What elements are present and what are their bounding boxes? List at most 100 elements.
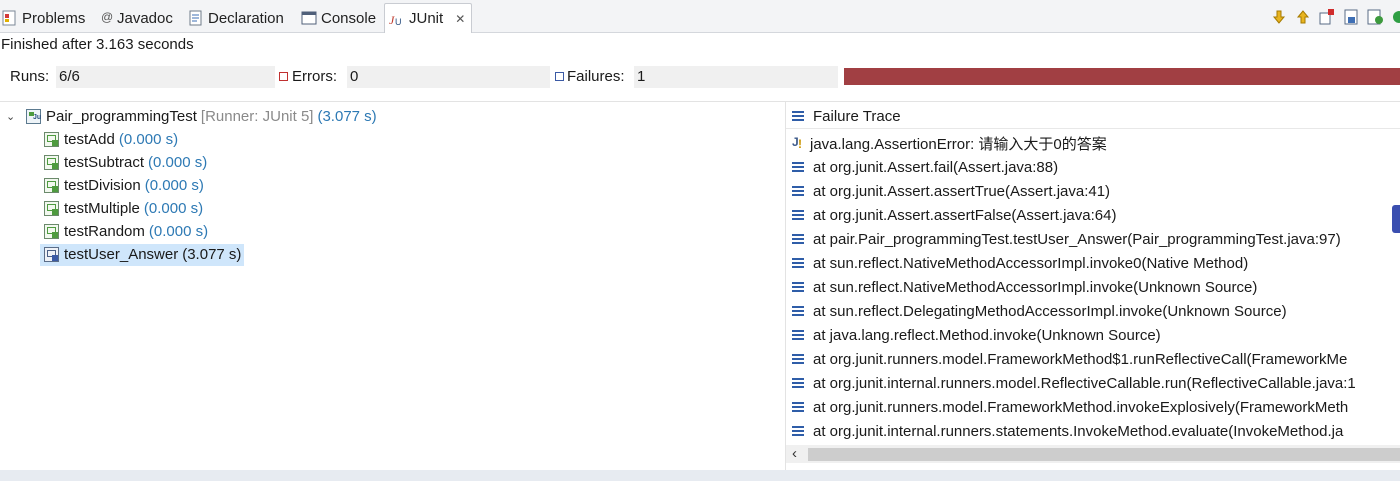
previous-failure-icon[interactable]: [1294, 8, 1312, 26]
run-icon[interactable]: [1390, 8, 1400, 26]
bottom-edge: [0, 470, 1400, 481]
trace-line-text: at sun.reflect.NativeMethodAccessorImpl.…: [813, 278, 1258, 296]
test-row[interactable]: testAdd (0.000 s): [44, 128, 178, 151]
stack-frame-icon: [792, 354, 804, 364]
stack-frame-icon: [792, 258, 804, 268]
horizontal-scrollbar[interactable]: ‹: [786, 445, 1400, 463]
stack-frame-icon: [792, 330, 804, 340]
scrollbar-thumb[interactable]: [808, 448, 1400, 461]
failures-value: 1: [634, 66, 838, 88]
test-time: (0.000 s): [148, 154, 208, 171]
trace-line[interactable]: at org.junit.Assert.fail(Assert.java:88): [792, 156, 1058, 178]
trace-line[interactable]: at org.junit.internal.runners.statements…: [792, 420, 1343, 442]
error-icon: [279, 72, 288, 81]
trace-line[interactable]: at org.junit.runners.model.FrameworkMeth…: [792, 348, 1347, 370]
trace-line-text: at org.junit.internal.runners.statements…: [813, 422, 1344, 440]
test-name: testMultiple: [64, 200, 140, 217]
trace-line-text: at sun.reflect.NativeMethodAccessorImpl.…: [813, 254, 1249, 272]
tab-javadoc[interactable]: @ Javadoc: [101, 4, 173, 32]
test-passed-icon: [44, 132, 59, 147]
tab-declaration[interactable]: Declaration: [188, 4, 284, 32]
divider: [786, 128, 1400, 129]
test-time: (0.000 s): [144, 177, 204, 194]
trace-line[interactable]: at sun.reflect.DelegatingMethodAccessorI…: [792, 300, 1287, 322]
test-row[interactable]: testSubtract (0.000 s): [44, 151, 207, 174]
trace-line[interactable]: at org.junit.internal.runners.model.Refl…: [792, 372, 1356, 394]
test-time: (0.000 s): [143, 200, 204, 217]
trace-exception-text: java.lang.AssertionError: 请输入大于0的答案: [810, 135, 1107, 153]
test-progress-bar: [844, 68, 1400, 85]
trace-line[interactable]: at pair.Pair_programmingTest.testUser_An…: [792, 228, 1341, 250]
tab-label: Console: [321, 9, 377, 27]
trace-line-text: at org.junit.Assert.fail(Assert.java:88): [813, 158, 1059, 176]
test-failed-icon: [44, 247, 59, 262]
test-suite-icon: [26, 109, 41, 124]
selection-highlight: testUser_Answer (3.077 s): [40, 243, 245, 266]
test-row-selected[interactable]: testUser_Answer (3.077 s): [40, 243, 245, 266]
scroll-left-icon[interactable]: ‹: [792, 445, 797, 463]
failure-trace-title: Failure Trace: [813, 107, 901, 125]
failures-label: Failures:: [567, 68, 625, 85]
trace-line-text: at sun.reflect.DelegatingMethodAccessorI…: [813, 302, 1287, 320]
close-icon[interactable]: ✕: [455, 12, 465, 26]
tab-label: Declaration: [208, 9, 284, 27]
test-name: testDivision: [64, 177, 141, 194]
trace-line-text: at org.junit.runners.model.FrameworkMeth…: [813, 398, 1349, 416]
errors-value: 0: [347, 66, 550, 88]
tree-suite-row[interactable]: ⌄ Pair_programmingTest [Runner: JUnit 5]…: [6, 105, 377, 128]
trace-line[interactable]: at java.lang.reflect.Method.invoke(Unkno…: [792, 324, 1161, 346]
failure-icon: [555, 72, 564, 81]
test-passed-icon: [44, 224, 59, 239]
stack-frame-icon: [792, 234, 804, 244]
tab-label: Javadoc: [117, 9, 173, 27]
tab-label: Problems: [22, 9, 86, 27]
test-row[interactable]: testRandom (0.000 s): [44, 220, 208, 243]
side-decoration: [1392, 205, 1400, 233]
problems-icon: [2, 10, 18, 26]
view-tab-bar: Problems @ Javadoc Declaration Console J…: [0, 0, 1400, 33]
trace-line-text: at org.junit.runners.model.FrameworkMeth…: [813, 350, 1348, 368]
stack-frame-icon: [792, 426, 804, 436]
trace-line[interactable]: at org.junit.Assert.assertTrue(Assert.ja…: [792, 180, 1110, 202]
console-icon: [301, 10, 317, 26]
stack-frame-icon: [792, 378, 804, 388]
trace-line[interactable]: at org.junit.Assert.assertFalse(Assert.j…: [792, 204, 1116, 226]
tab-problems[interactable]: Problems: [2, 4, 85, 32]
stack-frame-icon: [792, 402, 804, 412]
trace-line[interactable]: at sun.reflect.NativeMethodAccessorImpl.…: [792, 276, 1257, 298]
tab-console[interactable]: Console: [301, 4, 376, 32]
trace-line-text: at org.junit.Assert.assertFalse(Assert.j…: [813, 206, 1117, 224]
tab-label: JUnit: [409, 10, 444, 27]
run-status-text: Finished after 3.163 seconds: [1, 36, 194, 53]
stack-frame-icon: [792, 282, 804, 292]
rerun-test-icon[interactable]: [1366, 8, 1384, 26]
exception-icon: [792, 135, 804, 151]
test-name: testAdd: [64, 131, 115, 148]
stack-frame-icon: [792, 306, 804, 316]
test-row[interactable]: testDivision (0.000 s): [44, 174, 204, 197]
trace-line[interactable]: at org.junit.runners.model.FrameworkMeth…: [792, 396, 1348, 418]
declaration-icon: [188, 10, 204, 26]
trace-exception[interactable]: java.lang.AssertionError: 请输入大于0的答案: [792, 132, 1107, 154]
trace-line-text: at org.junit.internal.runners.model.Refl…: [813, 374, 1356, 392]
scroll-lock-icon[interactable]: [1342, 8, 1360, 26]
test-time: (0.000 s): [118, 131, 179, 148]
stack-frame-icon: [792, 210, 804, 220]
test-passed-icon: [44, 201, 59, 216]
suite-time: (3.077 s): [317, 108, 377, 125]
show-failures-only-icon[interactable]: [1318, 8, 1336, 26]
test-passed-icon: [44, 155, 59, 170]
trace-line-text: at java.lang.reflect.Method.invoke(Unkno…: [813, 326, 1161, 344]
next-failure-icon[interactable]: [1270, 8, 1288, 26]
trace-line[interactable]: at sun.reflect.NativeMethodAccessorImpl.…: [792, 252, 1248, 274]
junit-toolbar: [1270, 7, 1400, 27]
test-passed-icon: [44, 178, 59, 193]
test-name: testSubtract: [64, 154, 145, 171]
test-time: (3.077 s): [182, 246, 242, 263]
test-time: (0.000 s): [148, 223, 209, 240]
javadoc-icon: @: [101, 10, 114, 24]
chevron-down-icon[interactable]: ⌄: [6, 110, 18, 123]
test-row[interactable]: testMultiple (0.000 s): [44, 197, 203, 220]
tab-junit[interactable]: JU JUnit ✕: [384, 3, 473, 33]
test-name: testUser_Answer: [64, 246, 179, 263]
